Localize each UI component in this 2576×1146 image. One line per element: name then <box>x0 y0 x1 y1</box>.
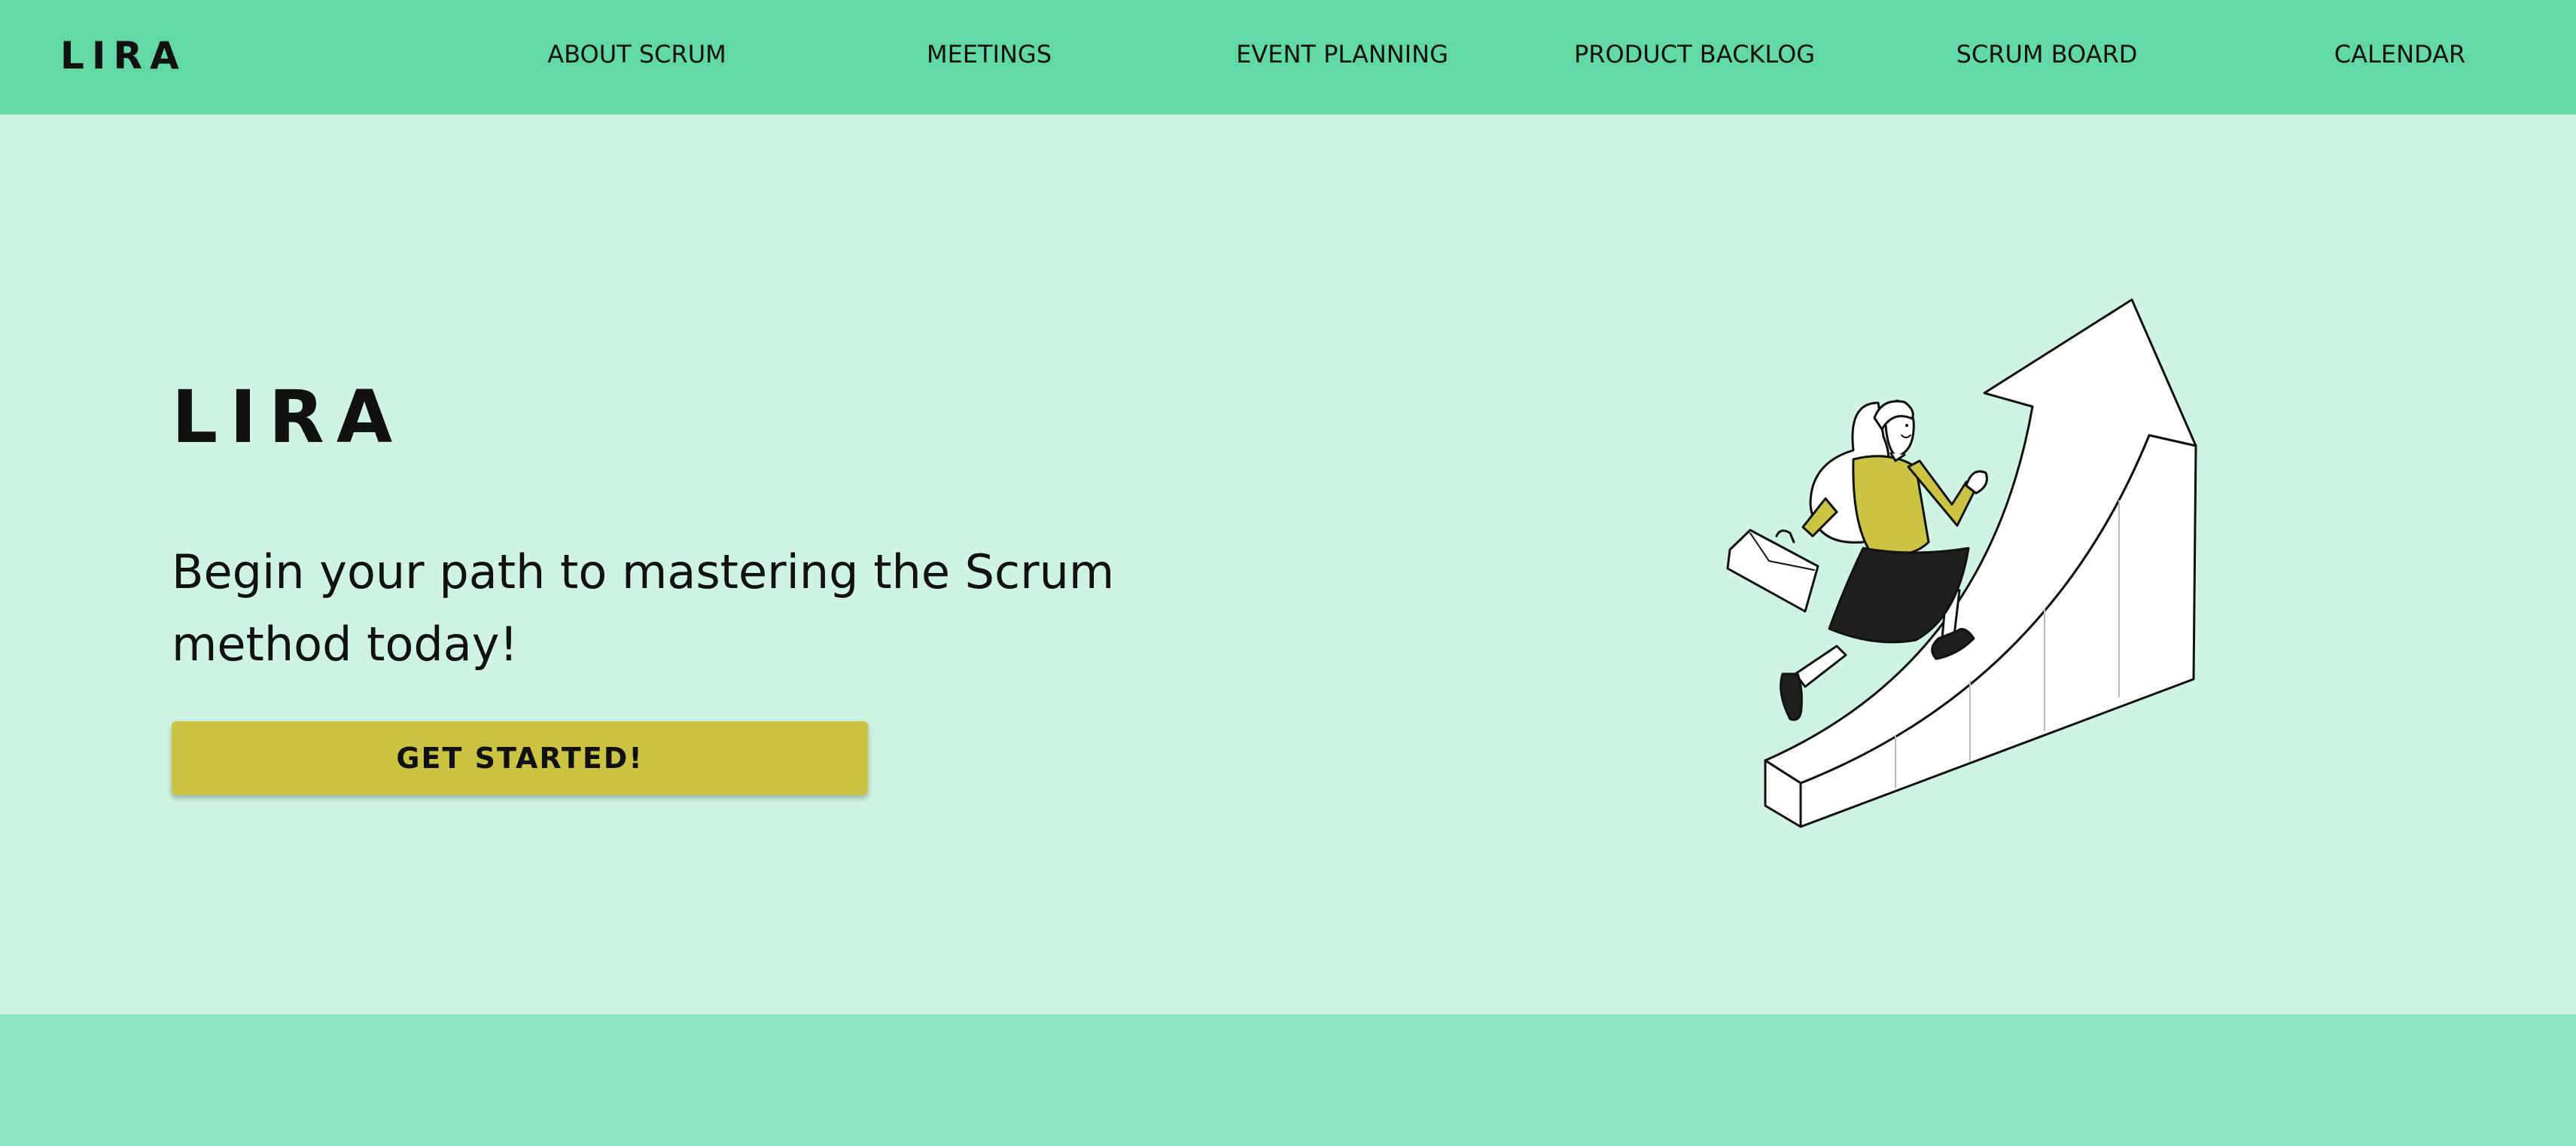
footer-band <box>0 1014 2576 1146</box>
get-started-button[interactable]: GET STARTED! <box>172 721 868 795</box>
nav-item-calendar[interactable]: CALENDAR <box>2334 39 2465 69</box>
growth-arrow-illustration <box>1726 298 2197 828</box>
nav-item-event-planning[interactable]: EVENT PLANNING <box>1236 39 1448 69</box>
nav-item-scrum-board[interactable]: SCRUM BOARD <box>1956 39 2138 69</box>
top-navbar: LIRA ABOUT SCRUM MEETINGS EVENT PLANNING… <box>0 0 2576 114</box>
nav-item-product-backlog[interactable]: PRODUCT BACKLOG <box>1574 39 1815 69</box>
nav-item-meetings[interactable]: MEETINGS <box>927 39 1052 69</box>
nav-logo[interactable]: LIRA <box>60 33 187 78</box>
hero-title: LIRA <box>172 375 405 460</box>
briefcase-icon <box>1726 529 1819 613</box>
nav-item-about-scrum[interactable]: ABOUT SCRUM <box>547 39 726 69</box>
hero-subtitle: Begin your path to mastering the Scrum m… <box>172 544 1115 672</box>
